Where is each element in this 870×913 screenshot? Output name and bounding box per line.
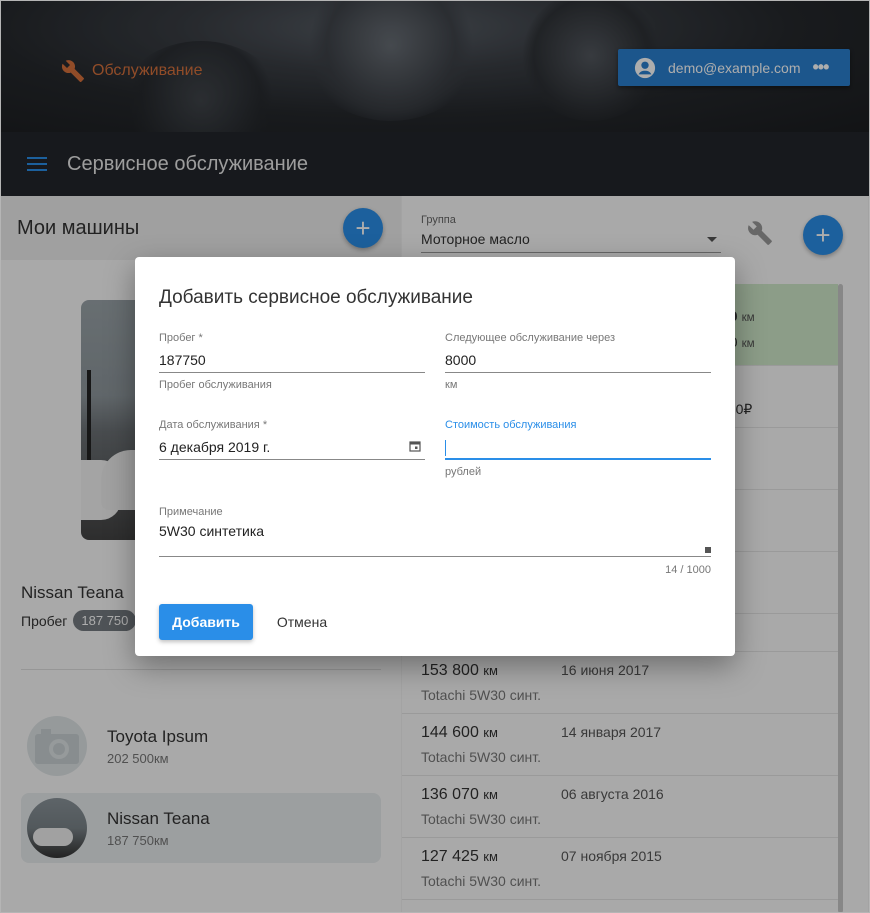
field-label: Пробег *: [159, 332, 203, 344]
field-hint: рублей: [445, 466, 482, 478]
cost-field: Стоимость обслуживания рублей: [445, 419, 711, 478]
add-service-dialog: Добавить сервисное обслуживание Пробег *…: [135, 257, 735, 656]
char-counter: 14 / 1000: [665, 564, 711, 576]
next-service-field: Следующее обслуживание через 8000 км: [445, 332, 711, 391]
note-textarea[interactable]: 5W30 синтетика: [159, 523, 711, 557]
date-input[interactable]: 6 декабря 2019 г.: [159, 436, 425, 460]
note-value: 5W30 синтетика: [159, 523, 265, 539]
field-label: Следующее обслуживание через: [445, 332, 616, 344]
mileage-input[interactable]: 187750: [159, 349, 425, 373]
resize-handle-icon[interactable]: [705, 547, 711, 553]
field-label: Примечание: [159, 506, 223, 518]
cost-input[interactable]: [445, 436, 711, 460]
note-field: Примечание 5W30 синтетика 14 / 1000: [159, 506, 711, 576]
calendar-icon[interactable]: [409, 440, 421, 452]
cancel-button[interactable]: Отмена: [265, 604, 339, 640]
field-label: Стоимость обслуживания: [445, 419, 577, 431]
date-field: Дата обслуживания * 6 декабря 2019 г.: [159, 419, 425, 460]
field-label: Дата обслуживания *: [159, 419, 268, 431]
mileage-field: Пробег * 187750 Пробег обслуживания: [159, 332, 425, 391]
add-button[interactable]: Добавить: [159, 604, 253, 640]
field-hint: км: [445, 379, 458, 391]
dialog-title: Добавить сервисное обслуживание: [159, 287, 473, 308]
text-caret: [445, 440, 446, 457]
field-hint: Пробег обслуживания: [159, 379, 272, 391]
date-value: 6 декабря 2019 г.: [159, 439, 271, 455]
next-service-input[interactable]: 8000: [445, 349, 711, 373]
